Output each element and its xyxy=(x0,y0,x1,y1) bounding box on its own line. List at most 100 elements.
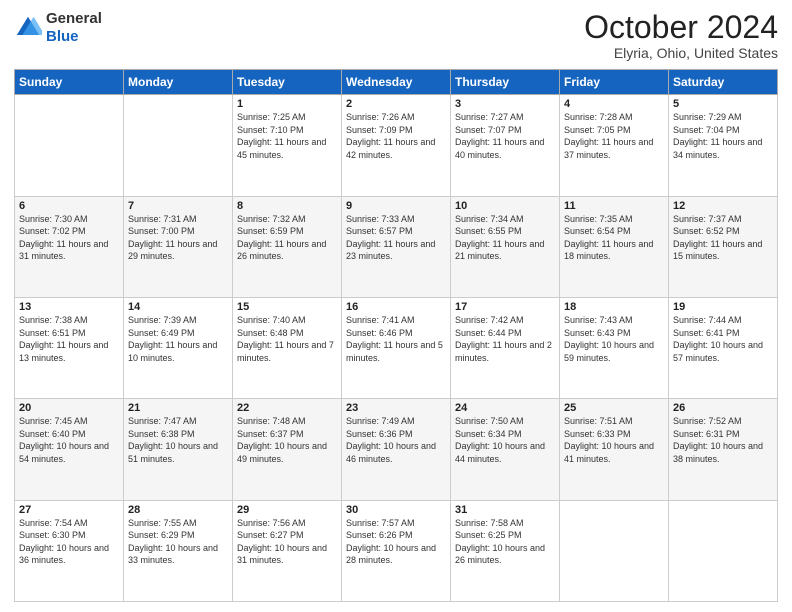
day-info: Sunrise: 7:40 AMSunset: 6:48 PMDaylight:… xyxy=(237,315,334,363)
day-number: 4 xyxy=(564,98,664,110)
day-number: 28 xyxy=(128,504,228,516)
day-info: Sunrise: 7:42 AMSunset: 6:44 PMDaylight:… xyxy=(455,315,552,363)
calendar-cell: 11Sunrise: 7:35 AMSunset: 6:54 PMDayligh… xyxy=(560,196,669,297)
day-header-tuesday: Tuesday xyxy=(233,70,342,95)
calendar-cell: 14 Sunrise: 7:39 AMSunset: 6:49 PMDayligh… xyxy=(124,297,233,398)
calendar-cell: 24 Sunrise: 7:50 AMSunset: 6:34 PMDayligh… xyxy=(451,399,560,500)
calendar-cell: 25Sunrise: 7:51 AMSunset: 6:33 PMDayligh… xyxy=(560,399,669,500)
day-number: 7 xyxy=(128,200,228,212)
calendar-cell: 31Sunrise: 7:58 AMSunset: 6:25 PMDayligh… xyxy=(451,500,560,601)
day-number: 19 xyxy=(673,301,773,313)
day-info: Sunrise: 7:50 AMSunset: 6:34 PMDaylight:… xyxy=(455,416,545,464)
day-number: 30 xyxy=(346,504,446,516)
calendar-cell xyxy=(15,95,124,196)
day-number: 23 xyxy=(346,402,446,414)
day-number: 2 xyxy=(346,98,446,110)
calendar-cell: 23Sunrise: 7:49 AMSunset: 6:36 PMDayligh… xyxy=(342,399,451,500)
day-header-monday: Monday xyxy=(124,70,233,95)
day-info: Sunrise: 7:28 AMSunset: 7:05 PMDaylight:… xyxy=(564,112,653,160)
calendar-cell: 12 Sunrise: 7:37 AMSunset: 6:52 PMDayligh… xyxy=(669,196,778,297)
calendar-cell: 18 Sunrise: 7:43 AMSunset: 6:43 PMDayligh… xyxy=(560,297,669,398)
calendar-cell xyxy=(669,500,778,601)
day-info: Sunrise: 7:33 AMSunset: 6:57 PMDaylight:… xyxy=(346,214,435,262)
day-number: 24 xyxy=(455,402,555,414)
day-info: Sunrise: 7:37 AMSunset: 6:52 PMDaylight:… xyxy=(673,214,762,262)
calendar-cell: 6Sunrise: 7:30 AMSunset: 7:02 PMDaylight… xyxy=(15,196,124,297)
calendar-cell: 2Sunrise: 7:26 AMSunset: 7:09 PMDaylight… xyxy=(342,95,451,196)
day-number: 20 xyxy=(19,402,119,414)
calendar-cell: 19 Sunrise: 7:44 AMSunset: 6:41 PMDayligh… xyxy=(669,297,778,398)
location: Elyria, Ohio, United States xyxy=(584,45,778,61)
day-info: Sunrise: 7:32 AMSunset: 6:59 PMDaylight:… xyxy=(237,214,326,262)
day-header-wednesday: Wednesday xyxy=(342,70,451,95)
day-number: 10 xyxy=(455,200,555,212)
day-info: Sunrise: 7:45 AMSunset: 6:40 PMDaylight:… xyxy=(19,416,109,464)
day-info: Sunrise: 7:29 AMSunset: 7:04 PMDaylight:… xyxy=(673,112,762,160)
day-info: Sunrise: 7:39 AMSunset: 6:49 PMDaylight:… xyxy=(128,315,217,363)
day-info: Sunrise: 7:58 AMSunset: 6:25 PMDaylight:… xyxy=(455,518,545,566)
calendar-cell: 1 Sunrise: 7:25 AMSunset: 7:10 PMDaylight… xyxy=(233,95,342,196)
calendar-cell: 8 Sunrise: 7:32 AMSunset: 6:59 PMDaylight… xyxy=(233,196,342,297)
logo-blue: Blue xyxy=(46,28,79,45)
calendar-cell: 21 Sunrise: 7:47 AMSunset: 6:38 PMDayligh… xyxy=(124,399,233,500)
day-info: Sunrise: 7:25 AMSunset: 7:10 PMDaylight:… xyxy=(237,112,326,160)
calendar-cell xyxy=(560,500,669,601)
day-info: Sunrise: 7:31 AMSunset: 7:00 PMDaylight:… xyxy=(128,214,217,262)
calendar-week-1: 6Sunrise: 7:30 AMSunset: 7:02 PMDaylight… xyxy=(15,196,778,297)
day-info: Sunrise: 7:48 AMSunset: 6:37 PMDaylight:… xyxy=(237,416,327,464)
month-title: October 2024 xyxy=(584,10,778,45)
day-number: 16 xyxy=(346,301,446,313)
calendar-week-3: 20 Sunrise: 7:45 AMSunset: 6:40 PMDayligh… xyxy=(15,399,778,500)
calendar-cell: 10 Sunrise: 7:34 AMSunset: 6:55 PMDayligh… xyxy=(451,196,560,297)
day-info: Sunrise: 7:30 AMSunset: 7:02 PMDaylight:… xyxy=(19,214,108,262)
day-number: 5 xyxy=(673,98,773,110)
calendar-week-4: 27 Sunrise: 7:54 AMSunset: 6:30 PMDayligh… xyxy=(15,500,778,601)
day-info: Sunrise: 7:54 AMSunset: 6:30 PMDaylight:… xyxy=(19,518,109,566)
day-info: Sunrise: 7:44 AMSunset: 6:41 PMDaylight:… xyxy=(673,315,763,363)
day-number: 14 xyxy=(128,301,228,313)
calendar-cell: 17Sunrise: 7:42 AMSunset: 6:44 PMDayligh… xyxy=(451,297,560,398)
calendar-cell: 22 Sunrise: 7:48 AMSunset: 6:37 PMDayligh… xyxy=(233,399,342,500)
day-header-sunday: Sunday xyxy=(15,70,124,95)
day-number: 29 xyxy=(237,504,337,516)
calendar-cell: 29Sunrise: 7:56 AMSunset: 6:27 PMDayligh… xyxy=(233,500,342,601)
calendar-cell: 27 Sunrise: 7:54 AMSunset: 6:30 PMDayligh… xyxy=(15,500,124,601)
day-info: Sunrise: 7:35 AMSunset: 6:54 PMDaylight:… xyxy=(564,214,653,262)
logo-text: General Blue xyxy=(46,10,102,46)
calendar-cell: 4 Sunrise: 7:28 AMSunset: 7:05 PMDaylight… xyxy=(560,95,669,196)
day-number: 22 xyxy=(237,402,337,414)
day-info: Sunrise: 7:52 AMSunset: 6:31 PMDaylight:… xyxy=(673,416,763,464)
day-number: 18 xyxy=(564,301,664,313)
day-info: Sunrise: 7:57 AMSunset: 6:26 PMDaylight:… xyxy=(346,518,436,566)
calendar-cell: 30 Sunrise: 7:57 AMSunset: 6:26 PMDayligh… xyxy=(342,500,451,601)
day-number: 3 xyxy=(455,98,555,110)
day-info: Sunrise: 7:55 AMSunset: 6:29 PMDaylight:… xyxy=(128,518,218,566)
calendar-cell: 3 Sunrise: 7:27 AMSunset: 7:07 PMDaylight… xyxy=(451,95,560,196)
title-block: October 2024 Elyria, Ohio, United States xyxy=(584,10,778,61)
day-info: Sunrise: 7:27 AMSunset: 7:07 PMDaylight:… xyxy=(455,112,544,160)
day-number: 13 xyxy=(19,301,119,313)
logo-general: General xyxy=(46,10,102,27)
calendar-cell: 20 Sunrise: 7:45 AMSunset: 6:40 PMDayligh… xyxy=(15,399,124,500)
day-info: Sunrise: 7:47 AMSunset: 6:38 PMDaylight:… xyxy=(128,416,218,464)
logo-icon xyxy=(14,14,42,42)
day-header-friday: Friday xyxy=(560,70,669,95)
day-info: Sunrise: 7:34 AMSunset: 6:55 PMDaylight:… xyxy=(455,214,544,262)
logo: General Blue xyxy=(14,10,102,46)
day-number: 12 xyxy=(673,200,773,212)
calendar-cell: 9Sunrise: 7:33 AMSunset: 6:57 PMDaylight… xyxy=(342,196,451,297)
day-number: 8 xyxy=(237,200,337,212)
calendar-cell: 7 Sunrise: 7:31 AMSunset: 7:00 PMDaylight… xyxy=(124,196,233,297)
day-number: 1 xyxy=(237,98,337,110)
day-header-saturday: Saturday xyxy=(669,70,778,95)
day-number: 21 xyxy=(128,402,228,414)
day-number: 27 xyxy=(19,504,119,516)
day-info: Sunrise: 7:38 AMSunset: 6:51 PMDaylight:… xyxy=(19,315,108,363)
day-info: Sunrise: 7:51 AMSunset: 6:33 PMDaylight:… xyxy=(564,416,654,464)
page: General Blue October 2024 Elyria, Ohio, … xyxy=(0,0,792,612)
calendar-cell: 26Sunrise: 7:52 AMSunset: 6:31 PMDayligh… xyxy=(669,399,778,500)
calendar-cell: 5 Sunrise: 7:29 AMSunset: 7:04 PMDaylight… xyxy=(669,95,778,196)
calendar-week-2: 13 Sunrise: 7:38 AMSunset: 6:51 PMDayligh… xyxy=(15,297,778,398)
calendar-table: SundayMondayTuesdayWednesdayThursdayFrid… xyxy=(14,69,778,602)
day-info: Sunrise: 7:43 AMSunset: 6:43 PMDaylight:… xyxy=(564,315,654,363)
